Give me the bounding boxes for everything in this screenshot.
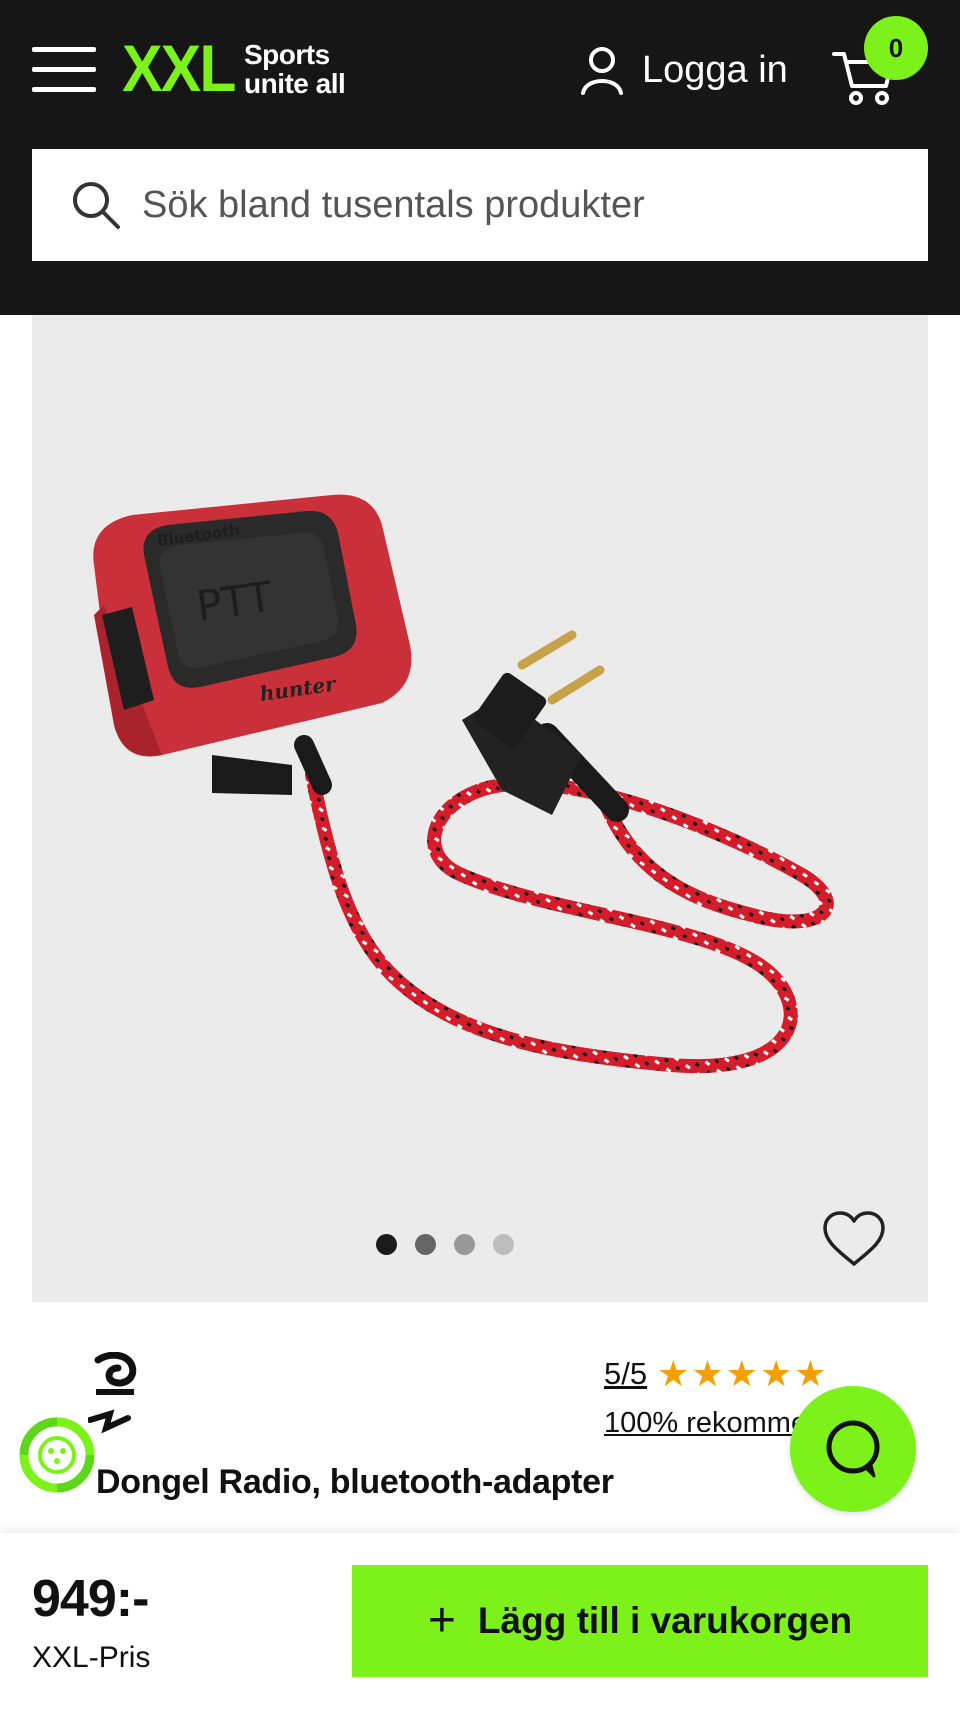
logo-mark: XXL [122,31,236,105]
login-button[interactable]: Logga in [580,44,788,96]
gallery-dot-1[interactable] [376,1234,397,1255]
search-input[interactable]: Sök bland tusentals produkter [32,149,928,261]
gallery-pagination [376,1234,514,1255]
product-image: PTT Bluetooth hunter [93,494,834,1074]
star-icon: ★ [725,1353,758,1394]
chat-button[interactable] [790,1386,916,1512]
heart-icon[interactable] [822,1210,886,1268]
logo-tagline-line-2: unite all [244,68,346,99]
site-header: XXL Sports unite all Logga in 0 Sök blan… [0,0,960,315]
gallery-dot-2[interactable] [415,1234,436,1255]
star-icon: ★ [794,1353,827,1394]
gallery-dot-3[interactable] [454,1234,475,1255]
xxl-logo[interactable]: XXL [122,32,244,104]
rating-summary[interactable]: 5/5 ★ ★ ★ ★ ★ [604,1356,827,1392]
star-icon: ★ [759,1353,793,1394]
add-to-cart-label: Lägg till i varukorgen [477,1600,853,1641]
hamburger-menu-icon[interactable] [32,47,96,93]
user-icon [581,47,623,95]
price-label: XXL-Pris [32,1641,151,1674]
logo-tagline-line-1: Sports [244,39,330,70]
eco-badge-icon[interactable] [18,1416,96,1494]
star-icon: ★ [691,1353,724,1394]
login-label: Logga in [642,48,788,91]
search-placeholder: Sök bland tusentals produkter [142,183,645,226]
chat-icon [826,1420,880,1478]
plus-icon: + [427,1594,456,1647]
purchase-bar: 949:- XXL-Pris + Lägg till i varukorgen [0,1533,960,1709]
cart-count-badge[interactable]: 0 [864,16,928,80]
add-to-cart-button[interactable]: + Lägg till i varukorgen [352,1565,928,1677]
logo-tagline: Sports unite all [244,39,346,99]
product-title: Dongel Radio, bluetooth-adapter [96,1463,614,1501]
rating-score[interactable]: 5/5 [604,1356,647,1392]
rating-stars: ★ ★ ★ ★ ★ [657,1356,826,1392]
star-icon: ★ [657,1353,690,1394]
brand-logo[interactable] [88,1352,148,1434]
gallery-dot-4[interactable] [493,1234,514,1255]
search-icon [73,182,120,229]
price: 949:- [32,1570,149,1628]
product-image-gallery[interactable]: PTT Bluetooth hunter [32,315,928,1302]
